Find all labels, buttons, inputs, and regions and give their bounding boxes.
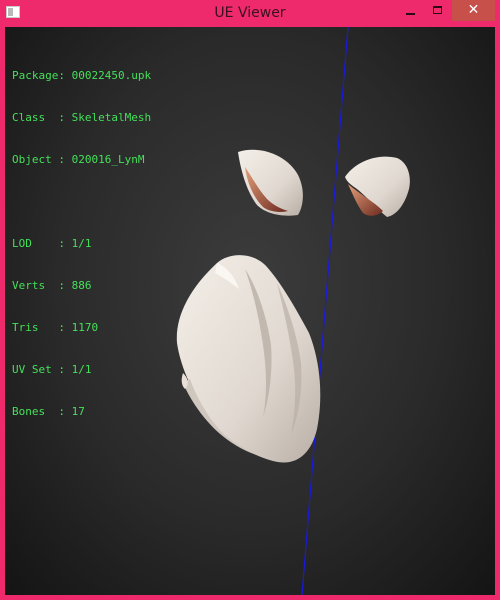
info-lod-value: 1/1 [71,237,92,250]
mesh-info-overlay: Package: 00022450.upk Class : SkeletalMe… [12,41,151,447]
info-lod-label: LOD : [12,237,65,250]
info-class-row: Class : SkeletalMesh [12,111,151,125]
info-spacer [12,195,151,209]
minimize-button[interactable] [398,0,424,21]
info-bones-label: Bones : [12,405,65,418]
info-bones-value: 17 [71,405,85,418]
app-window: UE Viewer ✕ Package: 00022450.upk Class … [0,0,500,600]
info-class-value: SkeletalMesh [71,111,152,124]
right-ear-mesh [345,156,410,217]
info-lod-row: LOD : 1/1 [12,237,151,251]
title-bar[interactable]: UE Viewer ✕ [0,0,500,27]
info-package-value: 00022450.upk [71,69,152,82]
info-tris-value: 1170 [71,321,99,334]
info-bones-row: Bones : 17 [12,405,151,419]
3d-viewport[interactable]: Package: 00022450.upk Class : SkeletalMe… [5,27,495,595]
maximize-icon [433,6,442,14]
maximize-button[interactable] [425,0,451,21]
info-tris-row: Tris : 1170 [12,321,151,335]
info-object-value: 020016_LynM [71,153,145,166]
info-uvset-value: 1/1 [71,363,92,376]
left-ear-mesh [238,149,303,216]
info-class-label: Class : [12,111,65,124]
info-verts-value: 886 [71,279,92,292]
info-uvset-label: UV Set : [12,363,65,376]
close-button[interactable]: ✕ [452,0,495,21]
info-verts-row: Verts : 886 [12,279,151,293]
info-uvset-row: UV Set : 1/1 [12,363,151,377]
close-icon: ✕ [467,2,480,18]
info-object-row: Object : 020016_LynM [12,153,151,167]
info-tris-label: Tris : [12,321,65,334]
info-verts-label: Verts : [12,279,65,292]
info-package-row: Package: 00022450.upk [12,69,151,83]
info-package-label: Package: [12,69,65,82]
minimize-icon [406,13,415,15]
axis-line [301,27,349,595]
info-object-label: Object : [12,153,65,166]
body-mesh [176,255,321,463]
